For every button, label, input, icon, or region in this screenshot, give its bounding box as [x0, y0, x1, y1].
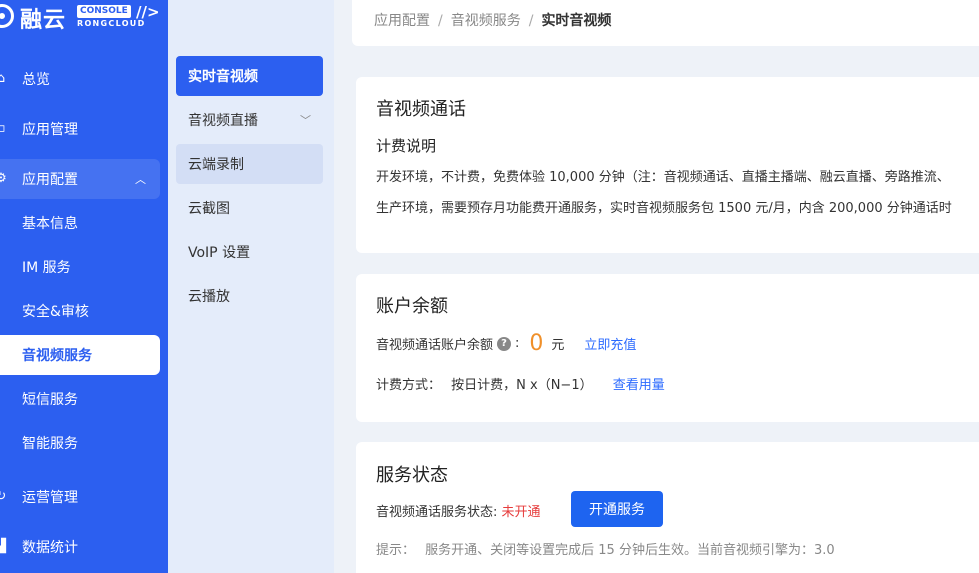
sidebar-item-stats[interactable]: ▟ 数据统计 [0, 527, 160, 567]
billing-method-row: 计费方式： 按日计费，N x（N−1） 查看用量 [376, 374, 665, 393]
balance-row: 音视频通话账户余额 ? : 0 元 立即充值 [376, 331, 636, 356]
logo-badge: CONSOLE [77, 5, 131, 18]
chevron-up-icon: ︿ [135, 173, 146, 186]
usage-link[interactable]: 查看用量 [613, 378, 665, 393]
submenu-item-cloud-recording[interactable]: 云端录制 [176, 144, 323, 184]
card-title: 服务状态 [376, 465, 448, 486]
breadcrumb-item[interactable]: 应用配置 [374, 13, 430, 29]
breadcrumb: 应用配置 / 音视频服务 / 实时音视频 [352, 0, 979, 46]
recharge-link[interactable]: 立即充值 [584, 334, 636, 353]
sidebar-item-label: 安全&审核 [22, 304, 89, 320]
balance-value: 0 [529, 331, 544, 356]
sidebar-item-label: 智能服务 [22, 436, 78, 452]
rongcloud-logo-icon [0, 4, 14, 28]
sidebar-item-av-service[interactable]: 音视频服务 [0, 335, 160, 375]
submenu-item-label: 云截图 [188, 201, 230, 217]
status-badge: 未开通 [501, 505, 541, 520]
card-title: 音视频通话 [376, 99, 466, 120]
sidebar-item-im-service[interactable]: IM 服务 [0, 247, 160, 287]
sidebar-item-operations[interactable]: ↻ 运营管理 [0, 477, 160, 517]
method-value: 按日计费，N x（N−1） [451, 378, 593, 393]
hint-label: 提示： [376, 543, 416, 558]
sidebar-item-label: 总览 [22, 72, 50, 88]
sidebar-item-basic-info[interactable]: 基本信息 [0, 203, 160, 243]
logo-name: 融云 [20, 8, 67, 33]
logo-sub: RONGCLOUD [77, 19, 146, 28]
primary-sidebar: 融云 CONSOLE //> RONGCLOUD ⌂ 总览 ▫ 应用管理 ⚙ 应… [0, 0, 168, 573]
sidebar-item-app-config[interactable]: ⚙ 应用配置 ︿ [0, 159, 160, 199]
submenu-item-label: 云播放 [188, 289, 230, 305]
card-title: 账户余额 [376, 296, 448, 317]
sidebar-item-label: 短信服务 [22, 392, 78, 408]
sidebar-item-label: 音视频服务 [22, 348, 92, 364]
hint-text: 服务开通、关闭等设置完成后 15 分钟后生效。当前音视频引擎为：3.0 [425, 543, 835, 558]
sidebar-item-smart-service[interactable]: 智能服务 [0, 423, 160, 463]
submenu-item-label: 云端录制 [188, 157, 244, 173]
activate-service-button[interactable]: 开通服务 [571, 491, 663, 527]
sidebar-item-label: 数据统计 [22, 540, 78, 556]
sidebar-item-security[interactable]: 安全&审核 [0, 291, 160, 331]
submenu-item-label: 音视频直播 [188, 113, 258, 129]
stats-icon: ▟ [0, 539, 6, 554]
breadcrumb-current: 实时音视频 [541, 13, 612, 29]
billing-card: 音视频通话 计费说明 开发环境，不计费，免费体验 10,000 分钟（注：音视频… [356, 77, 979, 253]
submenu-item-rtc[interactable]: 实时音视频 [176, 56, 323, 96]
billing-subtitle: 计费说明 [376, 137, 437, 155]
service-status-row: 音视频通话服务状态: 未开通 [376, 501, 541, 520]
balance-colon: : [515, 336, 520, 351]
submenu-item-voip-settings[interactable]: VoIP 设置 [176, 232, 323, 272]
sidebar-item-label: 基本信息 [22, 216, 78, 232]
submenu-item-live[interactable]: 音视频直播 ﹀ [176, 100, 323, 140]
chevron-down-icon: ﹀ [300, 114, 311, 127]
operations-icon: ↻ [0, 489, 7, 504]
service-status-label: 音视频通话服务状态: [376, 505, 498, 520]
breadcrumb-separator: / [528, 13, 534, 29]
sidebar-item-sms-service[interactable]: 短信服务 [0, 379, 160, 419]
breadcrumb-separator: / [438, 13, 443, 29]
sidebar-item-label: 应用管理 [22, 122, 78, 138]
sidebar-item-label: 运营管理 [22, 490, 78, 506]
secondary-menu: 实时音视频 音视频直播 ﹀ 云端录制 云截图 VoIP 设置 云播放 [168, 0, 334, 573]
sidebar-item-label: IM 服务 [22, 260, 71, 276]
app-icon: ▫ [0, 121, 6, 136]
method-label: 计费方式： [376, 378, 442, 393]
billing-line-prod: 生产环境，需要预存月功能费开通服务，实时音视频服务包 1500 元/月，内含 2… [376, 201, 952, 216]
help-icon[interactable]: ? [497, 336, 512, 351]
submenu-item-cloud-playback[interactable]: 云播放 [176, 276, 323, 316]
billing-line-dev: 开发环境，不计费，免费体验 10,000 分钟（注：音视频通话、直播主播端、融云… [376, 170, 950, 185]
logo[interactable]: 融云 CONSOLE //> RONGCLOUD [0, 0, 168, 34]
submenu-item-label: 实时音视频 [188, 69, 258, 85]
balance-label: 音视频通话账户余额 [376, 338, 494, 353]
config-icon: ⚙ [0, 171, 7, 186]
sidebar-item-app-management[interactable]: ▫ 应用管理 [0, 109, 160, 149]
balance-card: 账户余额 音视频通话账户余额 ? : 0 元 立即充值 计费方式： 按日计费，N… [356, 274, 979, 422]
breadcrumb-item[interactable]: 音视频服务 [451, 13, 521, 29]
main-content: 应用配置 / 音视频服务 / 实时音视频 音视频通话 计费说明 开发环境，不计费，免费体… [334, 0, 979, 573]
sidebar-item-label: 应用配置 [22, 172, 78, 188]
home-icon: ⌂ [0, 71, 6, 86]
balance-unit: 元 [551, 338, 565, 353]
submenu-item-label: VoIP 设置 [188, 245, 251, 261]
service-hint: 提示： 服务开通、关闭等设置完成后 15 分钟后生效。当前音视频引擎为：3.0 [376, 539, 835, 558]
service-status-card: 服务状态 音视频通话服务状态: 未开通 开通服务 提示： 服务开通、关闭等设置完… [356, 442, 979, 573]
sidebar-item-overview[interactable]: ⌂ 总览 [0, 59, 160, 99]
submenu-item-cloud-screenshot[interactable]: 云截图 [176, 188, 323, 228]
